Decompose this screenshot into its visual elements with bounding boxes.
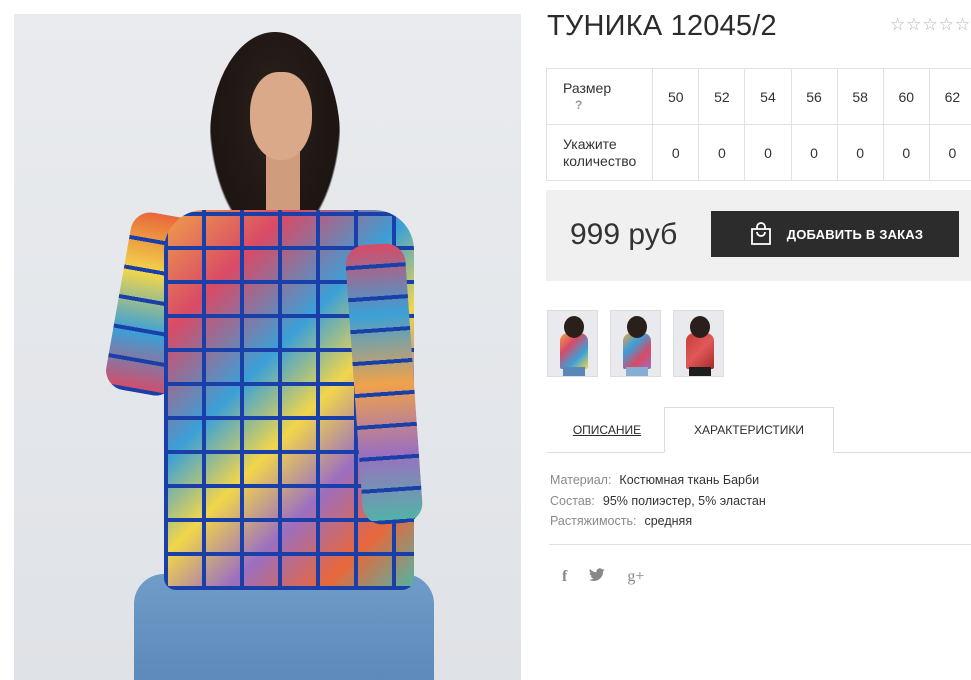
characteristics-list: Материал: Костюмная ткань Барби Состав: … [550,470,766,532]
price-block: 999 руб ДОБАВИТЬ В ЗАКАЗ [546,190,971,281]
spec-stretch: Растяжимость: средняя [550,511,766,532]
thumb-head [627,316,647,338]
divider [549,544,971,545]
thumbnail-3[interactable] [673,310,724,377]
social-share: f g+ [562,568,644,586]
size-cell: 52 [698,68,746,125]
thumb-jeans [626,367,648,376]
quantity-input[interactable]: 0 [652,124,700,181]
spec-value: Костюмная ткань Барби [619,473,760,487]
quantity-input[interactable]: 0 [928,124,971,181]
thumb-head [564,316,584,338]
star-icon[interactable]: ☆ [923,16,938,33]
quantity-input[interactable]: 0 [698,124,746,181]
spec-value: 95% полиэстер, 5% эластан [602,493,766,508]
spec-label: Материал: [550,473,612,487]
size-label-cell: Размер ? [545,68,654,125]
tab-characteristics[interactable]: ХАРАКТЕРИСТИКИ [664,407,834,453]
size-help-icon[interactable]: ? [563,97,652,114]
thumb-pants [689,367,711,376]
quantity-input[interactable]: 0 [882,124,930,181]
thumb-tunic [623,333,651,369]
star-icon[interactable]: ☆ [906,16,921,33]
add-to-order-button[interactable]: ДОБАВИТЬ В ЗАКАЗ [711,211,959,257]
spec-label: Растяжимость: [550,514,637,528]
product-tabs: ОПИСАНИЕ ХАРАКТЕРИСТИКИ [547,407,971,453]
add-to-order-label: ДОБАВИТЬ В ЗАКАЗ [786,226,924,242]
size-cell: 58 [836,68,884,125]
quantity-row: Укажите количество 0 0 0 0 0 0 0 [545,124,971,181]
google-plus-icon[interactable]: g+ [627,568,644,586]
spec-value: средняя [644,514,693,528]
size-cell: 50 [652,68,700,125]
twitter-icon[interactable] [589,568,605,586]
thumbnail-1[interactable] [547,310,598,377]
thumb-head [690,316,710,338]
price: 999 руб [570,218,678,251]
shopping-bag-icon [747,220,775,248]
quantity-input[interactable]: 0 [790,124,838,181]
star-icon[interactable]: ☆ [939,16,954,33]
star-icon[interactable]: ☆ [890,16,905,33]
spec-composition: Состав: 95% полиэстер, 5% эластан [550,491,766,512]
thumb-tunic [686,333,714,369]
spec-material: Материал: Костюмная ткань Барби [550,470,766,491]
thumbnail-gallery [547,310,724,377]
quantity-input[interactable]: 0 [744,124,792,181]
size-label: Размер [563,79,612,96]
size-cell: 56 [790,68,838,125]
thumb-tunic [560,333,588,369]
rating-stars[interactable]: ☆ ☆ ☆ ☆ ☆ [890,16,970,33]
quantity-input[interactable]: 0 [836,124,884,181]
size-cell: 54 [744,68,792,125]
size-cell: 62 [928,68,971,125]
model-face [250,72,312,160]
quantity-label: Укажите количество [545,124,654,181]
product-title: ТУНИКА 12045/2 [547,10,777,42]
spec-label: Состав: [550,493,595,508]
thumbnail-2[interactable] [610,310,661,377]
star-icon[interactable]: ☆ [955,16,970,33]
facebook-icon[interactable]: f [562,568,567,586]
size-row: Размер ? 50 52 54 56 58 60 62 [545,68,971,125]
thumb-jeans [563,367,585,376]
main-product-image[interactable] [14,14,521,680]
tab-description[interactable]: ОПИСАНИЕ [557,407,657,453]
size-table: Размер ? 50 52 54 56 58 60 62 Укажите ко… [545,68,971,181]
size-cell: 60 [882,68,930,125]
